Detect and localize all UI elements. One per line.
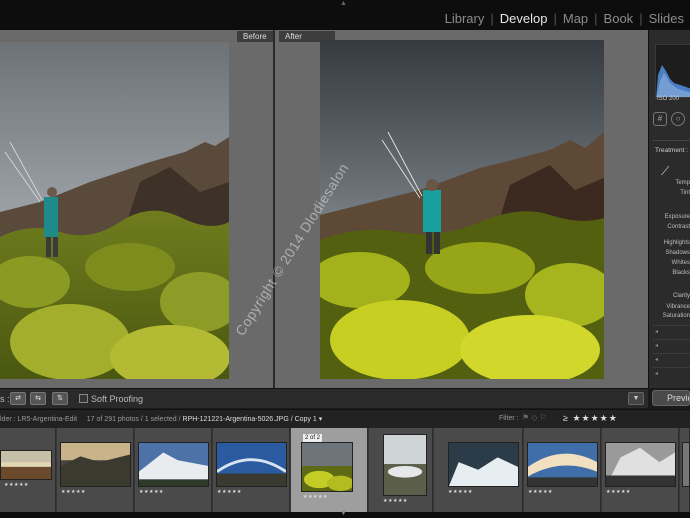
thumbnail-rating: ★★★★★	[606, 489, 631, 495]
filmstrip-cell[interactable]: ★★★★★	[434, 428, 523, 512]
filter-label: Filter :	[499, 415, 519, 422]
histogram-iso: ISO 200	[657, 96, 680, 102]
thumbnail-image	[301, 442, 353, 492]
module-book[interactable]: Book	[598, 11, 640, 26]
spot-removal-icon[interactable]: ○	[671, 112, 685, 126]
filmstrip-cell[interactable]: 2 ★★★★★	[524, 428, 601, 512]
flag-filter-icons[interactable]: ⚑ ◇ ⚐	[522, 413, 547, 422]
saturation-label: Saturation	[662, 313, 690, 319]
panel-section-arrow-icon: ◂	[655, 343, 659, 349]
panel-section-arrow-icon: ◂	[655, 329, 659, 335]
thumbnail-image	[0, 450, 52, 480]
module-slides[interactable]: Slides	[643, 11, 690, 26]
selected-filename[interactable]: RPH-121221-Argentina-5026.JPG / Copy 1 ▾	[183, 416, 323, 423]
filmstrip-info-bar: lder : LR5-Argentina-Edit 17 of 291 phot…	[0, 409, 690, 428]
thumbnail-image	[682, 442, 690, 487]
before-label: Before	[237, 31, 273, 42]
soft-proofing-checkbox[interactable]	[79, 394, 88, 403]
compare-divider	[273, 30, 275, 388]
tint-label: Tint	[680, 190, 690, 196]
whites-label: Whites	[671, 260, 690, 266]
develop-right-panel: ISO 200 # ○ Treatment : ⟋ Temp Tint Expo…	[648, 30, 690, 388]
rating-filter[interactable]: ≥ ★★★★★	[563, 413, 618, 424]
blacks-label: Blacks	[672, 270, 690, 276]
vibrance-label: Vibrance	[666, 304, 690, 310]
thumbnail-rating: ★★★★★	[448, 489, 473, 495]
filmstrip-cell[interactable]: ★★★★★	[57, 428, 134, 512]
panel-divider	[653, 140, 690, 141]
white-balance-eyedropper-icon[interactable]: ⟋	[661, 164, 669, 179]
collapse-top-arrow-icon[interactable]: ▲	[340, 0, 347, 7]
toolbar-options-dropdown-icon[interactable]: ▼	[628, 392, 644, 405]
copy-after-to-before-icon[interactable]: ⇆	[30, 392, 46, 405]
thumbnail-image	[605, 442, 676, 487]
shadows-label: Shadows	[665, 250, 690, 256]
thumbnail-image	[448, 442, 519, 487]
stack-count-badge: 2 of 2	[303, 434, 323, 442]
thumbnail-rating: ★★★★★	[139, 489, 164, 495]
panel-section-tone-curve[interactable]: ◂	[653, 325, 690, 337]
toolbar: s : ⇄ ⇆ ⇅ Soft Proofing ▼	[0, 388, 648, 408]
histogram	[655, 44, 690, 98]
swap-before-after-icon[interactable]: ⇅	[52, 392, 68, 405]
thumbnail-rating: ★★★★★	[4, 482, 29, 488]
panel-section-split-toning[interactable]: ◂	[653, 353, 690, 365]
before-photo[interactable]	[0, 42, 229, 379]
filmstrip-cell[interactable]: ★★★★★	[602, 428, 679, 512]
thumbnail-image	[383, 434, 427, 496]
exposure-label: Exposure	[664, 214, 690, 220]
soft-proofing-label: Soft Proofing	[91, 394, 144, 404]
temp-label: Temp	[675, 180, 690, 186]
highlights-label: Highlights	[663, 240, 690, 246]
thumbnail-image	[527, 442, 598, 487]
filmstrip-source: lder : LR5-Argentina-Edit 17 of 291 phot…	[0, 415, 322, 423]
previous-button[interactable]: Previous	[652, 390, 690, 406]
filmstrip-cell[interactable]: ★★★★★	[369, 428, 433, 512]
module-map[interactable]: Map	[557, 11, 594, 26]
module-bar: ▲ Library | Develop | Map | Book | Slide…	[0, 0, 690, 30]
folder-path[interactable]: lder : LR5-Argentina-Edit	[0, 416, 77, 423]
panel-section-arrow-icon: ◂	[655, 357, 659, 363]
module-develop[interactable]: Develop	[494, 11, 554, 26]
after-photo[interactable]	[320, 40, 604, 379]
thumbnail-rating: ★★★★★	[303, 494, 328, 500]
panel-section-hsl[interactable]: ◂	[653, 339, 690, 351]
filmstrip-cell[interactable]	[680, 428, 690, 512]
thumbnail-image	[60, 442, 131, 487]
toolbar-view-label: s :	[0, 394, 10, 404]
filmstrip-cell[interactable]: ★★★★★	[213, 428, 290, 512]
copy-before-to-after-icon[interactable]: ⇄	[10, 392, 26, 405]
panel-section-arrow-icon: ◂	[655, 371, 659, 377]
filmstrip-cell-selected[interactable]: 2 of 2 ★★★★★	[291, 428, 368, 512]
collapse-bottom-arrow-icon[interactable]: ▼	[340, 510, 347, 517]
module-picker: Library | Develop | Map | Book | Slides	[439, 8, 690, 28]
filmstrip: ★★★★★ ★★★★★ ★★★★★ ★★★★★ 2 of 2 ★★★★★ ★★★…	[0, 428, 690, 512]
thumbnail-rating: ★★★★★	[61, 489, 86, 495]
thumbnail-rating: ★★★★★	[528, 489, 553, 495]
panel-section-detail[interactable]: ◂	[653, 367, 690, 379]
thumbnail-rating: ★★★★★	[383, 498, 408, 504]
thumbnail-rating: ★★★★★	[217, 489, 242, 495]
crop-grid-icon[interactable]: #	[653, 112, 667, 126]
filmstrip-cell[interactable]: ★★★★★	[0, 428, 56, 512]
treatment-label: Treatment :	[655, 147, 688, 154]
thumbnail-image	[138, 442, 209, 487]
clarity-label: Clarity	[672, 293, 690, 299]
module-library[interactable]: Library	[439, 11, 491, 26]
filmstrip-cell[interactable]: ★★★★★	[135, 428, 212, 512]
tool-strip: # ○	[653, 110, 690, 128]
thumbnail-image	[216, 442, 287, 487]
contrast-label: Contrast	[667, 224, 690, 230]
photo-count: 17 of 291 photos / 1 selected /	[86, 416, 181, 423]
